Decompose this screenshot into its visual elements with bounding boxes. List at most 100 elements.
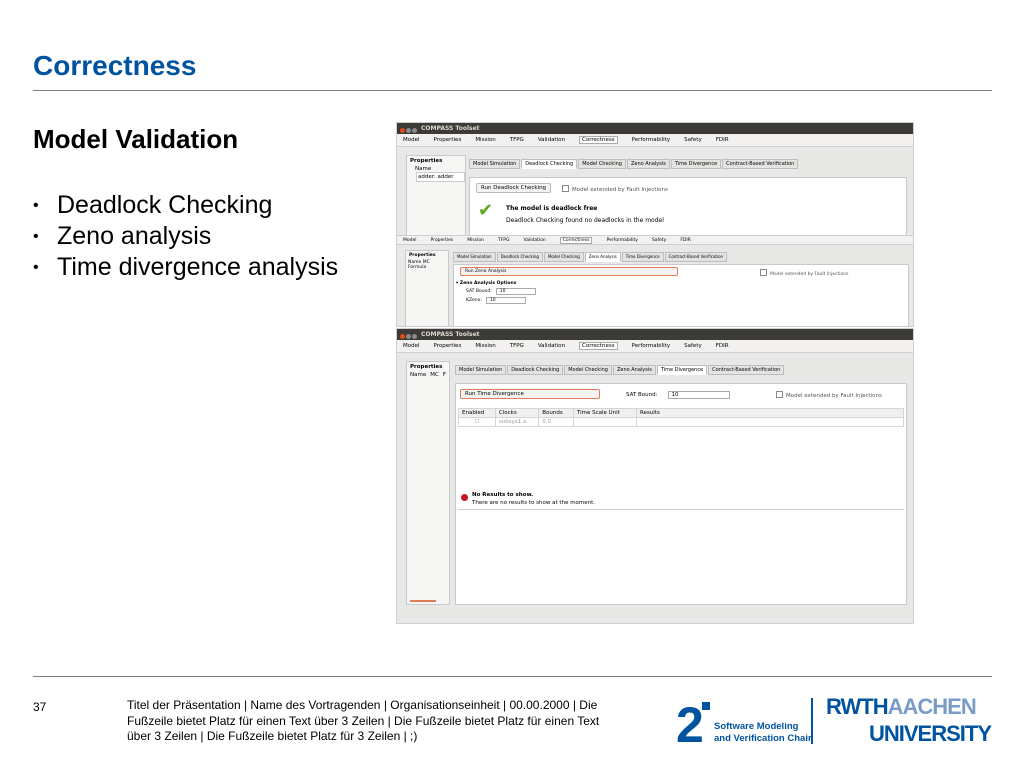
bullet-list: • Deadlock Checking • Zeno analysis • Time …	[33, 190, 338, 283]
properties-panel: Properties Name adder: adder	[406, 155, 466, 239]
menu-mission[interactable]: Mission	[467, 238, 484, 243]
window-title: COMPASS Toolset	[421, 125, 480, 132]
menu-performability[interactable]: Performability	[632, 137, 670, 143]
sat-bound-input[interactable]: 10	[495, 288, 536, 295]
menu-model[interactable]: Model	[403, 343, 420, 349]
tab-time-divergence[interactable]: Time Divergence	[670, 159, 722, 169]
fault-injection-checkbox[interactable]: Model extended by Fault Injections	[776, 391, 882, 399]
run-zeno-button[interactable]: Run Zeno Analysis	[460, 267, 678, 276]
table-cell	[572, 417, 638, 427]
menu-bar: Model Properties Mission TFPG Validation…	[397, 340, 913, 353]
menu-safety[interactable]: Safety	[684, 343, 702, 349]
col-results[interactable]: Results	[636, 408, 904, 418]
menu-fdir[interactable]: FDIR	[716, 343, 729, 349]
menu-properties[interactable]: Properties	[431, 238, 454, 243]
deadlock-screenshot: COMPASS Toolset Model Properties Mission…	[396, 122, 914, 240]
tab-zeno-analysis[interactable]: Zeno Analysis	[584, 252, 621, 262]
tab-zeno-analysis[interactable]: Zeno Analysis	[626, 159, 670, 169]
time-divergence-screenshot: COMPASS Toolset Model Properties Mission…	[396, 328, 914, 624]
tab-zeno-analysis[interactable]: Zeno Analysis	[612, 365, 656, 375]
minimize-icon[interactable]	[406, 334, 411, 339]
fault-injection-checkbox[interactable]: Model extended by Fault Injections	[562, 185, 668, 193]
sat-bound-field: SAT Bound: 10	[626, 391, 730, 399]
menu-properties[interactable]: Properties	[434, 137, 462, 143]
table-cell	[636, 417, 904, 427]
menu-tfpg[interactable]: TFPG	[510, 343, 524, 349]
tab-contract-based[interactable]: Contract-Based Verification	[708, 365, 785, 375]
col-clocks[interactable]: Clocks	[494, 408, 540, 418]
table-cell: subsys1.x	[494, 417, 540, 427]
menu-model[interactable]: Model	[403, 238, 417, 243]
page-number: 37	[33, 700, 47, 714]
tab-model-checking[interactable]: Model Checking	[578, 159, 626, 169]
time-divergence-panel: Run Time Divergence SAT Bound: 10 Model e…	[455, 383, 907, 605]
error-icon	[461, 494, 468, 501]
col-time-scale-unit[interactable]: Time Scale Unit	[572, 408, 638, 418]
tab-model-checking[interactable]: Model Checking	[543, 252, 584, 262]
tab-time-divergence[interactable]: Time Divergence	[621, 252, 664, 262]
zeno-options-title: ▾ Zeno Analysis Options	[456, 281, 517, 286]
bullet-item: • Time divergence analysis	[33, 253, 339, 281]
menu-correctness[interactable]: Correctness	[578, 342, 618, 350]
table-cell: 0.0	[538, 417, 574, 427]
table-row[interactable]: ☐ subsys1.x 0.0	[458, 417, 904, 427]
menu-validation[interactable]: Validation	[538, 137, 565, 143]
col-bounds[interactable]: Bounds	[538, 408, 574, 418]
tab-model-simulation[interactable]: Model Simulation	[455, 365, 507, 375]
result-text: Deadlock Checking found no deadlocks in …	[506, 217, 664, 224]
tab-deadlock-checking[interactable]: Deadlock Checking	[521, 159, 578, 169]
footer-divider	[33, 676, 992, 677]
menu-safety[interactable]: Safety	[684, 137, 702, 143]
result-title: The model is deadlock free	[506, 205, 598, 212]
sat-bound-input[interactable]: 10	[667, 391, 730, 399]
table-header-row: Enabled Clocks Bounds Time Scale Unit Re…	[458, 408, 904, 418]
menu-fdir[interactable]: FDIR	[716, 137, 729, 143]
menu-properties[interactable]: Properties	[434, 343, 462, 349]
tab-contract-based[interactable]: Contract-Based Verification	[664, 252, 728, 262]
col-enabled[interactable]: Enabled	[458, 408, 496, 418]
window-titlebar: COMPASS Toolset	[397, 329, 913, 340]
maximize-icon[interactable]	[412, 334, 417, 339]
maximize-icon[interactable]	[412, 128, 417, 133]
sat-bound-field: SAT Bound: 10	[466, 288, 536, 295]
tab-model-checking[interactable]: Model Checking	[564, 365, 612, 375]
menu-tfpg[interactable]: TFPG	[510, 137, 524, 143]
kzeno-field: KZeno: 10	[466, 297, 526, 304]
enabled-checkbox[interactable]: ☐	[458, 417, 496, 427]
menu-mission[interactable]: Mission	[475, 137, 495, 143]
clocks-table: Enabled Clocks Bounds Time Scale Unit Re…	[458, 408, 904, 427]
menu-correctness[interactable]: Correctness	[578, 136, 618, 144]
no-results-text: There are no results to show at the mome…	[472, 500, 596, 506]
menu-fdir[interactable]: FDIR	[680, 238, 691, 243]
menu-correctness[interactable]: Correctness	[559, 236, 593, 244]
menu-performability[interactable]: Performability	[606, 238, 637, 243]
menu-validation[interactable]: Validation	[524, 238, 546, 243]
tab-deadlock-checking[interactable]: Deadlock Checking	[507, 365, 564, 375]
tab-deadlock-checking[interactable]: Deadlock Checking	[496, 252, 543, 262]
fault-injection-checkbox[interactable]: Model extended by Fault Injections	[760, 269, 848, 277]
kzeno-input[interactable]: 10	[485, 297, 526, 304]
analysis-tabs: Model Simulation Deadlock Checking Model…	[455, 365, 785, 375]
zeno-screenshot: Model Properties Mission TFPG Validation…	[396, 235, 914, 327]
menu-mission[interactable]: Mission	[475, 343, 495, 349]
run-time-divergence-button[interactable]: Run Time Divergence	[460, 389, 600, 399]
run-deadlock-button[interactable]: Run Deadlock Checking	[476, 183, 552, 193]
tab-model-simulation[interactable]: Model Simulation	[469, 159, 521, 169]
minimize-icon[interactable]	[406, 128, 411, 133]
window-title: COMPASS Toolset	[421, 331, 480, 338]
tab-model-simulation[interactable]: Model Simulation	[453, 252, 496, 262]
chair-logo-icon: 2	[676, 698, 710, 746]
property-item[interactable]: adder: adder	[416, 172, 465, 182]
menu-tfpg[interactable]: TFPG	[498, 238, 510, 243]
menu-performability[interactable]: Performability	[632, 343, 670, 349]
menu-safety[interactable]: Safety	[652, 238, 666, 243]
tab-time-divergence[interactable]: Time Divergence	[656, 365, 708, 375]
menu-model[interactable]: Model	[403, 137, 420, 143]
close-icon[interactable]	[400, 128, 405, 133]
menu-validation[interactable]: Validation	[538, 343, 565, 349]
analysis-tabs: Model Simulation Deadlock Checking Model…	[469, 159, 799, 169]
tab-contract-based[interactable]: Contract-Based Verification	[722, 159, 799, 169]
deadlock-panel: Run Deadlock Checking Model extended by …	[469, 177, 907, 239]
close-icon[interactable]	[400, 334, 405, 339]
zeno-panel: Run Zeno Analysis Model extended by Faul…	[453, 264, 909, 326]
